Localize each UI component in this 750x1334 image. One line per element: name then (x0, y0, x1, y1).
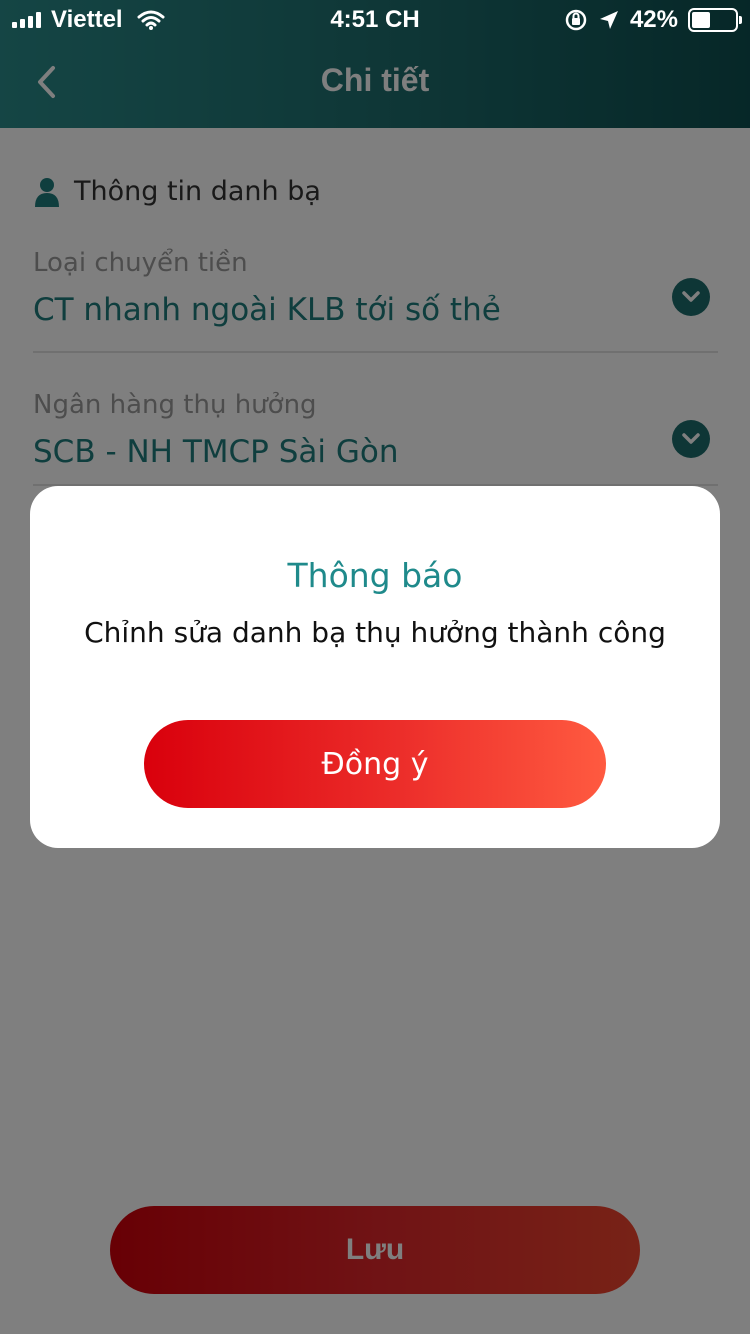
dialog-message: Chỉnh sửa danh bạ thụ hưởng thành công (84, 616, 666, 649)
battery-icon (688, 8, 742, 32)
notification-dialog: Thông báo Chỉnh sửa danh bạ thụ hưởng th… (30, 486, 720, 848)
status-bar: Viettel 4:51 CH 42% (0, 0, 750, 40)
dialog-title: Thông báo (287, 556, 463, 595)
rotation-lock-icon (565, 9, 587, 31)
confirm-button[interactable]: Đồng ý (144, 720, 606, 808)
location-arrow-icon (599, 11, 618, 29)
battery-percentage: 42% (629, 6, 678, 33)
